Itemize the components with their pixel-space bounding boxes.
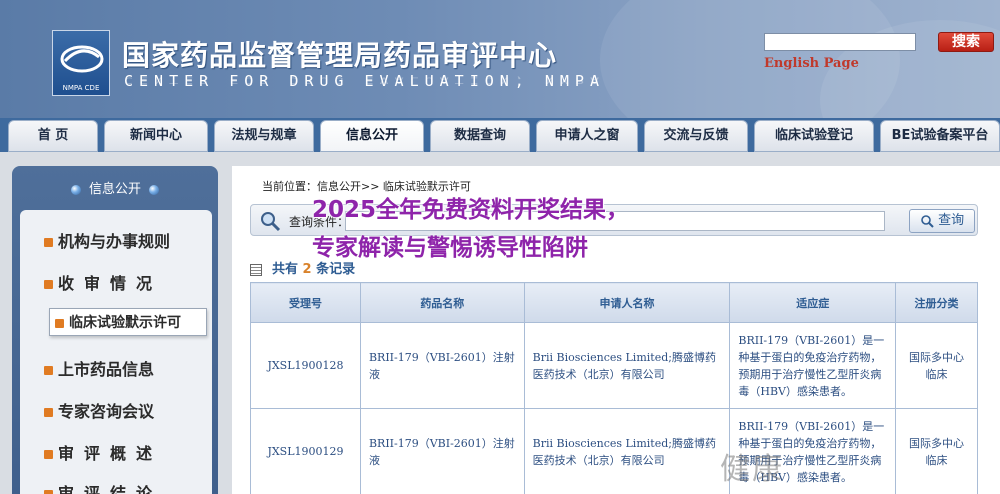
query-button-label: 查询: [938, 213, 965, 228]
sidebar-heading: 信息公开: [12, 178, 218, 197]
cell-registration-class: 国际多中心临床: [895, 408, 978, 494]
cell-drug-name: BRII-179（VBI-2601）注射液: [359, 322, 525, 409]
search-icon: [921, 214, 934, 228]
tab-home[interactable]: 首 页: [8, 120, 98, 152]
site-title: 国家药品监督管理局药品审评中心: [122, 39, 558, 72]
results-table: 受理号 药品名称 申请人名称 适应症 注册分类 JXSL1900128 BRII…: [250, 282, 978, 494]
table-row: JXSL1900129 BRII-179（VBI-2601）注射液 Brii B…: [250, 408, 978, 494]
tab-feedback[interactable]: 交流与反馈: [644, 120, 748, 152]
col-header-drug-name[interactable]: 药品名称: [359, 282, 525, 323]
sidebar-item-review-conclusion[interactable]: 审评结论: [44, 480, 162, 494]
watermark: 健康: [720, 452, 784, 487]
nmpa-logo[interactable]: NMPA CDE: [52, 30, 110, 96]
sidebar-item-clinical-permit[interactable]: 临床试验默示许可: [49, 308, 207, 336]
search-button[interactable]: 搜索: [938, 32, 994, 52]
tab-clinical-registration[interactable]: 临床试验登记: [754, 120, 874, 152]
cell-registration-class: 国际多中心临床: [895, 322, 978, 409]
sidebar-item-review-overview[interactable]: 审评概述: [44, 440, 162, 464]
cell-applicant: Brii Biosciences Limited;腾盛博药医药技术（北京）有限公…: [523, 322, 731, 409]
sidebar-item-acceptance[interactable]: 收审情况: [44, 270, 162, 294]
overlay-headline-line1: 2025全年免费资料开奖结果，: [312, 197, 630, 223]
bullet-icon: [55, 318, 64, 328]
bullet-icon: [44, 490, 53, 494]
query-button[interactable]: 查询: [909, 209, 975, 233]
search-input[interactable]: [764, 33, 916, 51]
cell-acceptance-no[interactable]: JXSL1900129: [250, 408, 361, 494]
tab-be-platform[interactable]: BE试验备案平台: [880, 120, 1000, 152]
tab-applicant-window[interactable]: 申请人之窗: [536, 120, 638, 152]
tab-news[interactable]: 新闻中心: [104, 120, 208, 152]
bullet-icon: [44, 366, 53, 375]
logo-caption: NMPA CDE: [62, 84, 100, 92]
col-header-indication[interactable]: 适应症: [729, 282, 897, 323]
record-count-value: 2: [302, 262, 312, 277]
col-header-registration-class[interactable]: 注册分类: [895, 282, 978, 323]
list-icon: [250, 263, 262, 276]
cell-drug-name: BRII-179（VBI-2601）注射液: [359, 408, 525, 494]
tab-regulations[interactable]: 法规与规章: [214, 120, 314, 152]
site-header: NMPA CDE 国家药品监督管理局药品审评中心 CENTER FOR DRUG…: [0, 0, 1000, 118]
sidebar-item-marketed-drugs[interactable]: 上市药品信息: [44, 356, 154, 380]
bullet-icon: [70, 184, 81, 195]
bullet-icon: [44, 280, 53, 289]
tab-info-disclosure[interactable]: 信息公开: [320, 120, 424, 152]
sidebar-item-expert-meeting[interactable]: 专家咨询会议: [44, 398, 154, 422]
main-nav: 首 页 新闻中心 法规与规章 信息公开 数据查询 申请人之窗 交流与反馈 临床试…: [0, 118, 1000, 152]
table-row: JXSL1900128 BRII-179（VBI-2601）注射液 Brii B…: [250, 322, 978, 409]
bullet-icon: [44, 238, 53, 247]
bullet-icon: [44, 450, 53, 459]
col-header-acceptance-no[interactable]: 受理号: [250, 282, 361, 323]
cell-acceptance-no[interactable]: JXSL1900128: [250, 322, 361, 409]
bullet-icon: [44, 408, 53, 417]
search-icon: [261, 212, 281, 232]
col-header-applicant[interactable]: 申请人名称: [523, 282, 731, 323]
site-subtitle-reflection: CENTER FOR DRUG EVALUATION, NMPA: [124, 75, 605, 86]
sidebar-heading-label: 信息公开: [88, 182, 141, 197]
english-page-link[interactable]: English Page: [764, 56, 859, 71]
sidebar: 信息公开 机构与办事规则 收审情况 临床试验默示许可 上市药品信息 专家咨询会议…: [12, 166, 218, 494]
bullet-icon: [149, 184, 159, 195]
tab-data-query[interactable]: 数据查询: [430, 120, 530, 152]
sidebar-item-institution[interactable]: 机构与办事规则: [44, 228, 170, 252]
cell-applicant: Brii Biosciences Limited;腾盛博药医药技术（北京）有限公…: [523, 408, 731, 494]
table-header-row: 受理号 药品名称 申请人名称 适应症 注册分类: [250, 282, 978, 323]
cell-indication: BRII-179（VBI-2601）是一种基于蛋白的免疫治疗药物，预期用于治疗慢…: [729, 322, 897, 409]
capsule-logo-icon: [60, 45, 104, 73]
overlay-headline-line2: 专家解读与警惕诱导性陷阱: [312, 235, 588, 261]
